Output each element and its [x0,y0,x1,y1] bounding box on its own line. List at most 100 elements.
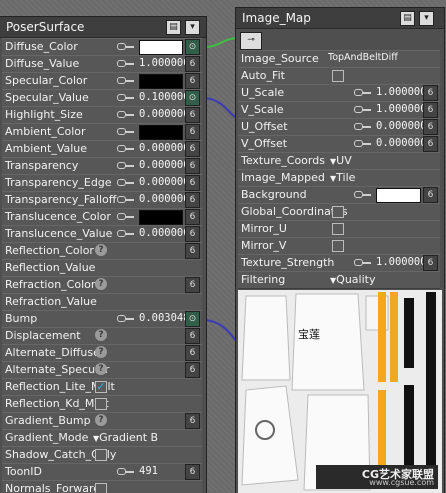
param-row-reflection-color[interactable]: Reflection_Color? 6 [2,242,202,260]
param-row-specular-color[interactable]: Specular_Color 6 [2,72,202,90]
checkbox[interactable] [332,70,344,82]
param-row-filtering[interactable]: Filtering ▼Quality [238,271,440,289]
param-row-shadow-catch-only[interactable]: Shadow_Catch_Only [2,446,202,464]
param-value-field[interactable]: 491 [139,465,158,477]
param-value-field[interactable]: 0.000000 [139,227,190,239]
help-icon[interactable]: ? [95,244,107,256]
input-plug-icon[interactable]: 6 [423,85,438,101]
connected-input-plug-icon[interactable]: ⊙ [185,39,200,55]
param-value-field[interactable]: 0.000000 [139,159,190,171]
image-map-header[interactable]: Image_Map ▤ ▾ [236,8,444,29]
color-swatch[interactable] [139,125,183,140]
param-row-specular-value[interactable]: Specular_Value 0.100000 ⊙ [2,89,202,107]
input-plug-icon[interactable]: 6 [185,345,200,361]
poser-surface-header[interactable]: PoserSurface ▤ ▾ [0,17,206,38]
node-menu-button[interactable]: ▤ [400,11,415,26]
key-link-icon[interactable] [117,76,135,85]
output-plug-icon[interactable]: ⊸ [240,32,262,50]
input-plug-icon[interactable]: 6 [185,226,200,242]
checkbox[interactable] [95,449,107,461]
param-row-image-mapped[interactable]: Image_Mapped ▼Tile [238,169,440,187]
input-plug-icon[interactable]: 6 [423,255,438,271]
help-icon[interactable]: ? [95,278,107,290]
key-link-icon[interactable] [354,139,372,148]
key-link-icon[interactable] [117,42,135,51]
param-value-field[interactable]: 1.000000 [139,57,190,69]
key-link-icon[interactable] [117,127,135,136]
input-plug-icon[interactable]: 6 [185,192,200,208]
input-plug-icon[interactable]: 6 [185,464,200,480]
param-row-auto-fit[interactable]: Auto_Fit [238,67,440,85]
param-row-translucence-color[interactable]: Translucence_Color 6 [2,208,202,226]
node-menu-button[interactable]: ▤ [166,20,181,35]
connected-input-plug-icon[interactable]: ⊙ [185,311,200,327]
key-link-icon[interactable] [117,314,135,323]
param-row-highlight-size[interactable]: Highlight_Size 0.000000 6 [2,106,202,124]
key-link-icon[interactable] [117,144,135,153]
color-swatch[interactable] [139,40,183,55]
param-row-reflection-lite-mult[interactable]: Reflection_Lite_Mult ✓ [2,378,202,396]
connected-input-plug-icon[interactable]: ⊙ [185,90,200,106]
image-map-node[interactable]: Image_Map ▤ ▾ ⊸ Image_Source TopAndBeltDi… [236,8,444,493]
checkbox[interactable] [332,223,344,235]
param-row-v-offset[interactable]: V_Offset 0.000000 6 [238,135,440,153]
key-link-icon[interactable] [117,195,135,204]
param-row-texture-strength[interactable]: Texture_Strength 1.000000 6 [238,254,440,272]
color-swatch[interactable] [139,74,183,89]
key-link-icon[interactable] [117,59,135,68]
param-row-mirror-u[interactable]: Mirror_U [238,220,440,238]
color-swatch[interactable] [376,188,421,203]
key-link-icon[interactable] [117,212,135,221]
help-icon[interactable]: ? [95,363,107,375]
input-plug-icon[interactable]: 6 [185,413,200,429]
param-value-field[interactable]: 0.000000 [139,142,190,154]
param-row-gradient-mode[interactable]: Gradient_Mode ▼Gradient B [2,429,202,447]
param-row-transparency[interactable]: Transparency 0.000000 6 [2,157,202,175]
param-row-translucence-value[interactable]: Translucence_Value 0.000000 6 [2,225,202,243]
key-link-icon[interactable] [354,88,372,97]
checkbox[interactable]: ✓ [95,381,107,393]
help-icon[interactable]: ? [95,414,107,426]
input-plug-icon[interactable]: 6 [185,56,200,72]
input-plug-icon[interactable]: 6 [185,158,200,174]
param-value-field[interactable]: 0.100000 [139,91,190,103]
poser-surface-node[interactable]: PoserSurface ▤ ▾ Diffuse_Color ⊙ Diffuse_V… [0,17,206,493]
key-link-icon[interactable] [117,161,135,170]
param-row-v-scale[interactable]: V_Scale 1.000000 6 [238,101,440,119]
help-icon[interactable]: ? [95,329,107,341]
param-row-transparency-falloff[interactable]: Transparency_Falloff 0.000000 6 [2,191,202,209]
param-row-diffuse-color[interactable]: Diffuse_Color ⊙ [2,38,202,56]
dropdown-select[interactable]: ▼UV [330,154,352,167]
input-plug-icon[interactable]: 6 [185,328,200,344]
input-plug-icon[interactable]: 6 [185,141,200,157]
param-row-ambient-value[interactable]: Ambient_Value 0.000000 6 [2,140,202,158]
color-swatch[interactable] [139,210,183,225]
key-link-icon[interactable] [354,105,372,114]
key-link-icon[interactable] [117,229,135,238]
input-plug-icon[interactable]: 6 [423,136,438,152]
key-link-icon[interactable] [117,467,135,476]
param-row-ambient-color[interactable]: Ambient_Color 6 [2,123,202,141]
param-row-diffuse-value[interactable]: Diffuse_Value 1.000000 6 [2,55,202,73]
key-link-icon[interactable] [354,122,372,131]
checkbox[interactable] [332,240,344,252]
input-plug-icon[interactable]: 6 [423,187,438,203]
key-link-icon[interactable] [117,178,135,187]
checkbox[interactable] [95,398,107,410]
collapse-button[interactable]: ▾ [185,20,200,35]
param-row-refraction-color[interactable]: Refraction_Color? 6 [2,276,202,294]
key-link-icon[interactable] [117,110,135,119]
param-value-field[interactable]: 1.000000 [376,256,427,268]
param-row-global-coordinates[interactable]: Global_Coordinates [238,203,440,221]
input-plug-icon[interactable]: 6 [185,362,200,378]
dropdown-select[interactable]: ▼Quality [330,273,375,286]
image-source-field[interactable]: TopAndBeltDiff [328,52,398,63]
param-value-field[interactable]: 1.000000 [376,103,427,115]
param-row-reflection-kd-mult[interactable]: Reflection_Kd_Mult [2,395,202,413]
key-link-icon[interactable] [354,258,372,267]
input-plug-icon[interactable]: 6 [185,209,200,225]
param-row-u-scale[interactable]: U_Scale 1.000000 6 [238,84,440,102]
input-plug-icon[interactable]: 6 [185,277,200,293]
param-row-normals-forward[interactable]: Normals_Forward [2,480,202,493]
param-row-refraction-value[interactable]: Refraction_Value [2,293,202,311]
